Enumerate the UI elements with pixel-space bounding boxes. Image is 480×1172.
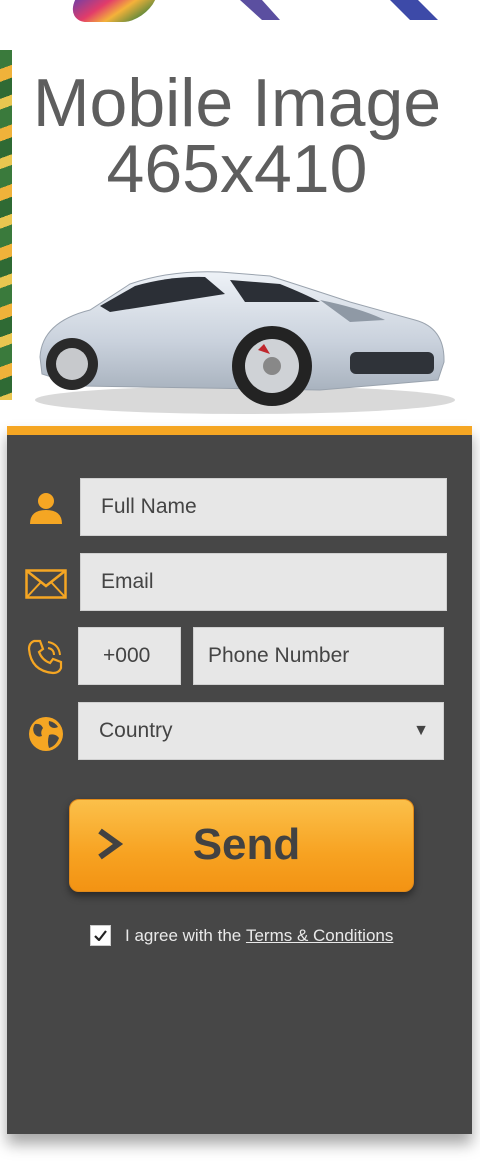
- email-placeholder: Email: [101, 570, 154, 593]
- decorative-brush-top-left: [64, 0, 156, 22]
- full-name-field[interactable]: Full Name: [80, 478, 447, 536]
- envelope-icon: [25, 569, 67, 599]
- car-image: [35, 271, 455, 414]
- country-selected-value: Country: [99, 719, 173, 742]
- full-name-placeholder: Full Name: [101, 495, 197, 518]
- send-button-label: Send: [192, 820, 301, 869]
- terms-link[interactable]: Terms & Conditions: [246, 926, 393, 946]
- phone-code-field[interactable]: +000: [78, 627, 181, 685]
- country-select[interactable]: Country ▼: [78, 702, 444, 760]
- email-field[interactable]: Email: [80, 553, 447, 611]
- phone-icon: [27, 639, 63, 675]
- phone-number-placeholder: Phone Number: [208, 644, 350, 667]
- phone-code-placeholder: +000: [103, 644, 151, 667]
- hero-placeholder-text: Mobile Image 465x410: [0, 65, 474, 207]
- hero-title-line2: 465x410: [106, 131, 368, 207]
- user-icon: [30, 493, 62, 524]
- chevron-down-icon: ▼: [413, 722, 429, 739]
- agree-checkbox[interactable]: [90, 925, 111, 946]
- lead-form-panel: Full Name Email +000 Phone Number Countr…: [7, 426, 472, 1134]
- send-button[interactable]: Send: [69, 799, 414, 892]
- decorative-brush-top-right: [240, 0, 438, 20]
- hero-title-line1: Mobile Image: [32, 65, 442, 141]
- globe-icon: [29, 717, 63, 751]
- check-icon: [94, 930, 107, 941]
- phone-number-field[interactable]: Phone Number: [193, 627, 444, 685]
- agree-text: I agree with the: [125, 925, 246, 945]
- terms-agreement: I agree with the Terms & Conditions: [90, 925, 393, 946]
